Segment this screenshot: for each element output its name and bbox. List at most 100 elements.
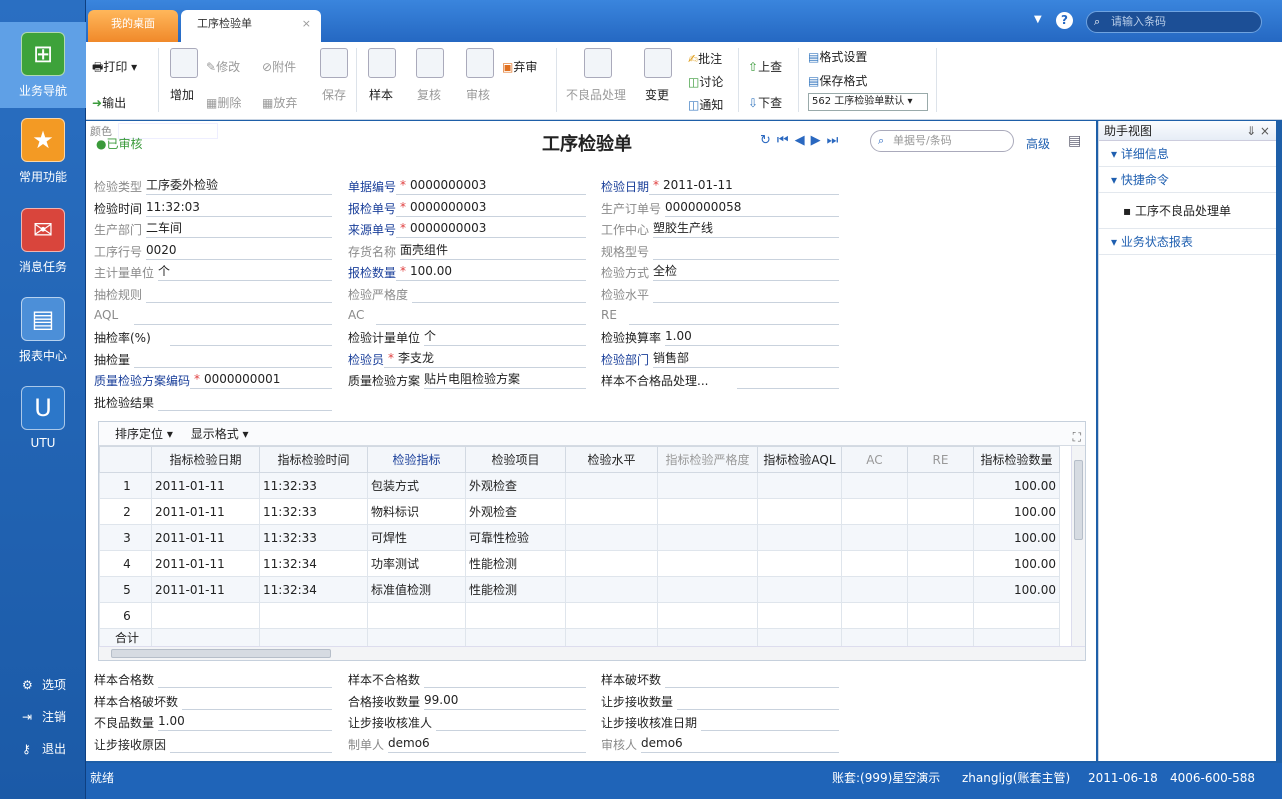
table-cell[interactable] [757,550,842,577]
field-value[interactable] [134,308,332,325]
table-cell[interactable]: 6 [99,602,152,629]
field-value[interactable] [629,308,839,325]
table-cell[interactable] [757,472,842,499]
table-cell[interactable] [657,472,758,499]
audit-button[interactable]: 审核 [466,86,490,103]
table-cell[interactable] [565,498,658,525]
column-header[interactable] [99,446,152,473]
field-value[interactable]: 塑胶生产线 [653,221,839,239]
field-value[interactable]: * 0000000003 [396,200,586,217]
field-value[interactable] [170,329,332,347]
table-cell[interactable]: 标准值检测 [367,576,466,603]
table-cell[interactable]: 100.00 [973,498,1060,525]
record-navigator[interactable]: ↻⏮◀▶⏭ [760,133,844,148]
column-header[interactable]: 检验水平 [565,446,658,473]
field-value[interactable] [665,671,839,688]
up-query-button[interactable]: ⇧上查 [748,58,782,75]
advanced-link[interactable]: 高级 [1026,135,1050,152]
table-cell[interactable]: 100.00 [973,576,1060,603]
table-cell[interactable] [841,524,908,551]
table-cell[interactable]: 4 [99,550,152,577]
save-button[interactable]: 保存 [322,86,346,103]
field-value[interactable]: demo6 [641,736,839,753]
nav-business[interactable]: ⊞ 业务导航 [0,22,86,108]
field-value[interactable]: 工序委外检验 [146,178,332,195]
field-value[interactable] [737,372,839,390]
field-value[interactable] [158,671,332,688]
helper-link-defect[interactable]: ▪ 工序不良品处理单 [1099,193,1276,229]
table-cell[interactable] [565,602,658,629]
table-cell[interactable]: 物料标识 [367,498,466,525]
field-value[interactable]: 1.00 [665,329,839,347]
table-cell[interactable]: 2 [99,498,152,525]
table-cell[interactable]: 性能检测 [465,550,566,577]
field-value[interactable]: 个 [424,329,586,347]
notify-button[interactable]: ◫通知 [688,96,723,113]
display-format-button[interactable]: 显示格式 ▾ [191,427,249,441]
table-cell[interactable] [757,524,842,551]
helper-report-section[interactable]: ▾ 业务状态报表 [1099,229,1276,255]
exit-button[interactable]: ⚷ 退出 [22,740,66,757]
field-value[interactable]: 贴片电阻检验方案 [424,372,586,390]
table-cell[interactable] [465,602,566,629]
horizontal-scrollbar[interactable] [99,646,1085,660]
field-value[interactable]: 99.00 [424,693,586,710]
helper-shortcut-section[interactable]: ▾ 快捷命令 [1099,167,1276,193]
dropdown-icon[interactable]: ▼ [1034,14,1042,25]
table-cell[interactable] [565,576,658,603]
vertical-scrollbar[interactable] [1071,446,1085,646]
table-cell[interactable]: 3 [99,524,152,551]
table-cell[interactable] [907,576,974,603]
table-row[interactable]: 2 2011-01-11 11:32:33 物料标识 外观检查 100.00 [99,498,1060,525]
attach-button[interactable]: ⊘附件 [262,58,296,75]
search-input[interactable]: ⌕ 请输入条码 [1086,11,1262,33]
field-value[interactable] [701,714,839,732]
table-cell[interactable] [259,602,368,629]
edit-button[interactable]: ✎修改 [206,58,240,75]
logout-button[interactable]: ⇥ 注销 [22,708,66,725]
table-cell[interactable]: 11:32:33 [259,498,368,525]
field-value[interactable] [182,693,332,710]
table-cell[interactable] [841,576,908,603]
table-cell[interactable] [841,472,908,499]
table-cell[interactable] [657,576,758,603]
print-button[interactable]: 🖶打印 ▾ [92,58,137,79]
table-cell[interactable]: 2011-01-11 [151,472,260,499]
field-value[interactable]: 销售部 [653,351,839,368]
table-cell[interactable] [973,602,1060,629]
field-value[interactable] [376,308,586,325]
table-cell[interactable]: 2011-01-11 [151,524,260,551]
annotate-button[interactable]: ✍批注 [688,50,722,67]
table-cell[interactable]: 100.00 [973,472,1060,499]
discuss-button[interactable]: ◫讨论 [688,73,723,90]
field-value[interactable] [158,394,332,411]
export-button[interactable]: ➜输出 [92,94,126,111]
table-cell[interactable]: 1 [99,472,152,499]
table-cell[interactable] [907,524,974,551]
table-cell[interactable]: 2011-01-11 [151,576,260,603]
field-value[interactable] [170,736,332,753]
doc-search-input[interactable]: ⌕ 单据号/条码 [870,130,1014,152]
nav-messages[interactable]: ✉ 消息任务 [0,208,86,288]
field-value[interactable] [436,714,586,732]
table-cell[interactable]: 2011-01-11 [151,498,260,525]
table-cell[interactable]: 5 [99,576,152,603]
field-value[interactable]: 11:32:03 [146,200,332,217]
table-cell[interactable] [907,602,974,629]
table-cell[interactable]: 11:32:33 [259,472,368,499]
column-header[interactable]: 检验项目 [465,446,566,473]
table-cell[interactable] [841,602,908,629]
table-cell[interactable] [757,576,842,603]
field-value[interactable]: * 0000000001 [190,372,332,390]
nav-utu[interactable]: U UTU [0,386,86,466]
defect-button[interactable]: 不良品处理 [566,86,626,103]
field-value[interactable]: 1.00 [158,714,332,732]
table-cell[interactable] [757,498,842,525]
field-value[interactable]: 0000000058 [665,200,839,217]
help-icon[interactable]: ? [1056,12,1073,29]
table-cell[interactable] [841,498,908,525]
options-button[interactable]: ⚙ 选项 [22,676,66,693]
field-value[interactable]: 全检 [653,264,839,282]
recheck-button[interactable]: 复核 [417,86,441,103]
column-header[interactable]: 指标检验时间 [259,446,368,473]
